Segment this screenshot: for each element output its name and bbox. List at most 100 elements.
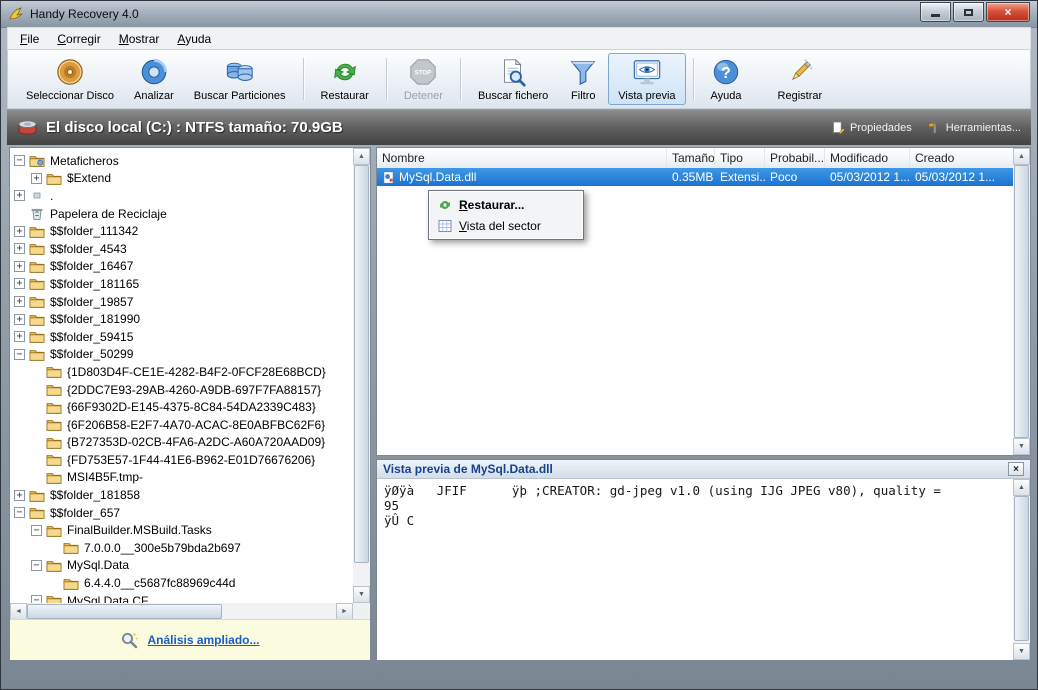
- expand-plus-icon[interactable]: +: [14, 331, 25, 343]
- context-menu-item-vista-del-sector[interactable]: Vista del sector: [431, 215, 581, 236]
- scroll-down-icon[interactable]: ▼: [1013, 643, 1030, 660]
- expand-plus-icon[interactable]: +: [31, 172, 42, 184]
- folder-icon: [29, 260, 45, 273]
- collapse-minus-icon[interactable]: −: [14, 155, 25, 167]
- maximize-button[interactable]: [953, 2, 984, 22]
- column-header-tipo[interactable]: Tipo: [715, 148, 765, 168]
- toolbar-button-label: Buscar Particiones: [193, 89, 286, 102]
- scroll-left-icon[interactable]: ◄: [10, 603, 27, 620]
- tree-item-finalbuilder-msbuild-tasks[interactable]: − FinalBuilder.MSBuild.Tasks: [10, 521, 353, 539]
- expand-plus-icon[interactable]: +: [14, 278, 25, 290]
- tree-item-1d803d4f-ce1e-4282-b4f2-0fcf28e68bcd[interactable]: {1D803D4F-CE1E-4282-B4F2-0FCF28E68BCD}: [10, 363, 353, 381]
- tree-item-b727353d-02cb-4fa6-a2dc-a60a720aad09[interactable]: {B727353D-02CB-4FA6-A2DC-A60A720AAD09}: [10, 434, 353, 452]
- tree-item-extend[interactable]: + $Extend: [10, 170, 353, 188]
- preview-text-line: 95: [384, 498, 400, 513]
- minimize-button[interactable]: [920, 2, 951, 22]
- scroll-up-icon[interactable]: ▲: [1013, 479, 1030, 496]
- collapse-minus-icon[interactable]: −: [31, 595, 42, 603]
- tree-item-6f206b58-e2f7-4a70-acac-8e0abfbc62f6[interactable]: {6F206B58-E2F7-4A70-ACAC-8E0ABFBC62F6}: [10, 416, 353, 434]
- tree-item-metaficheros[interactable]: − Metaficheros: [10, 152, 353, 170]
- disk-header: El disco local (C:) : NTFS tamaño: 70.9G…: [7, 109, 1031, 145]
- menu-ayuda[interactable]: Ayuda: [168, 29, 220, 49]
- file-list-vertical-scrollbar[interactable]: ▲ ▼: [1013, 148, 1030, 455]
- tree-item-label: MSI4B5F.tmp-: [67, 470, 144, 485]
- extended-analysis-link[interactable]: Análisis ampliado...: [147, 633, 259, 647]
- toolbar-button-analizar[interactable]: Analizar: [124, 53, 184, 105]
- close-button[interactable]: ×: [986, 2, 1030, 22]
- tree-item-7-0-0-0-300e5b79bda2b697[interactable]: 7.0.0.0__300e5b79bda2b697: [10, 539, 353, 557]
- column-header-probabil[interactable]: Probabil...: [765, 148, 825, 168]
- svg-text:STOP: STOP: [415, 69, 431, 76]
- tree-item-folder-657[interactable]: − $$folder_657: [10, 504, 353, 522]
- scroll-down-icon[interactable]: ▼: [353, 586, 370, 603]
- tree-horizontal-scrollbar[interactable]: ◄ ►: [10, 603, 353, 620]
- tree-item-folder-19857[interactable]: + $$folder_19857: [10, 293, 353, 311]
- close-icon: ×: [1013, 463, 1019, 475]
- menu-mostrar[interactable]: Mostrar: [110, 29, 169, 49]
- scroll-down-icon[interactable]: ▼: [1013, 438, 1030, 455]
- toolbar-button-registrar[interactable]: Registrar: [768, 53, 833, 105]
- tools-button[interactable]: Herramientas...: [928, 121, 1021, 134]
- tree-item-folder-4543[interactable]: + $$folder_4543: [10, 240, 353, 258]
- tree-item-item[interactable]: +.: [10, 187, 353, 205]
- tree-item-6-4-4-0-c5687fc88969c44d[interactable]: 6.4.4.0__c5687fc88969c44d: [10, 574, 353, 592]
- expand-plus-icon[interactable]: +: [14, 313, 25, 325]
- column-header-nombre[interactable]: Nombre: [377, 148, 667, 168]
- tree-item-folder-111342[interactable]: + $$folder_111342: [10, 222, 353, 240]
- toolbar-button-ayuda[interactable]: ? Ayuda: [701, 53, 752, 105]
- scroll-thumb[interactable]: [1014, 165, 1029, 438]
- scroll-right-icon[interactable]: ►: [336, 603, 353, 620]
- column-header-creado[interactable]: Creado: [910, 148, 1015, 168]
- toolbar-button-buscar-fichero[interactable]: Buscar fichero: [468, 53, 558, 105]
- tree-item-papelera-de-reciclaje[interactable]: Papelera de Reciclaje: [10, 205, 353, 223]
- collapse-minus-icon[interactable]: −: [14, 507, 25, 519]
- expand-plus-icon[interactable]: +: [14, 225, 25, 237]
- expand-plus-icon[interactable]: +: [14, 190, 25, 202]
- properties-icon: [832, 121, 845, 135]
- toolbar-button-buscar-particiones[interactable]: Buscar Particiones: [184, 53, 296, 105]
- tree-item-folder-50299[interactable]: − $$folder_50299: [10, 346, 353, 364]
- tree-item-folder-16467[interactable]: + $$folder_16467: [10, 258, 353, 276]
- toolbar-button-vista-previa[interactable]: Vista previa: [608, 53, 686, 105]
- tree-item-msi4b5f-tmp[interactable]: MSI4B5F.tmp-: [10, 469, 353, 487]
- toolbar-button-detener[interactable]: STOP Detener: [394, 53, 453, 105]
- expand-plus-icon[interactable]: +: [14, 489, 25, 501]
- tree-item-mysql-data-cf[interactable]: − MySql.Data.CF: [10, 592, 353, 603]
- context-menu-item-restaurar[interactable]: Restaurar...: [431, 194, 581, 215]
- toolbar-button-seleccionar-disco[interactable]: Seleccionar Disco: [16, 53, 124, 105]
- toolbar-button-restaurar[interactable]: Restaurar: [311, 53, 379, 105]
- file-row-mysql-data-dll[interactable]: MySql.Data.dll 0.35MB Extensi... Poco 05/03/…: [377, 168, 1013, 186]
- menu-corregir[interactable]: Corregir: [48, 29, 109, 49]
- collapse-minus-icon[interactable]: −: [14, 348, 25, 360]
- preview-vertical-scrollbar[interactable]: ▲ ▼: [1013, 479, 1030, 660]
- collapse-minus-icon[interactable]: −: [31, 524, 42, 536]
- tree-item-2ddc7e93-29ab-4260-a9db-697f7fa88157[interactable]: {2DDC7E93-29AB-4260-A9DB-697F7FA88157}: [10, 381, 353, 399]
- scroll-up-icon[interactable]: ▲: [1013, 148, 1030, 165]
- expand-plus-icon[interactable]: +: [14, 296, 25, 308]
- tree-item-folder-181990[interactable]: + $$folder_181990: [10, 310, 353, 328]
- scroll-thumb[interactable]: [1014, 496, 1029, 641]
- preview-close-button[interactable]: ×: [1008, 462, 1024, 476]
- tree-item-folder-181165[interactable]: + $$folder_181165: [10, 275, 353, 293]
- tree-item-fd753e57-1f44-41e6-b962-e01d76676206[interactable]: {FD753E57-1F44-41E6-B962-E01D76676206}: [10, 451, 353, 469]
- column-header-modificado[interactable]: Modificado: [825, 148, 910, 168]
- tree-item-folder-181858[interactable]: + $$folder_181858: [10, 486, 353, 504]
- column-header-tama-o[interactable]: Tamaño: [667, 148, 715, 168]
- title-bar[interactable]: Handy Recovery 4.0 ×: [1, 1, 1037, 28]
- expand-plus-icon[interactable]: +: [14, 243, 25, 255]
- scroll-thumb[interactable]: [27, 604, 222, 619]
- collapse-minus-icon[interactable]: −: [31, 559, 42, 571]
- folder-icon: [46, 453, 62, 467]
- tree-item-folder-59415[interactable]: + $$folder_59415: [10, 328, 353, 346]
- stop-icon: STOP: [408, 57, 438, 87]
- toolbar-button-filtro[interactable]: Filtro: [558, 53, 608, 105]
- tree-vertical-scrollbar[interactable]: ▲ ▼: [353, 148, 370, 603]
- properties-button[interactable]: Propiedades: [832, 121, 912, 135]
- tree-item-mysql-data[interactable]: − MySql.Data: [10, 557, 353, 575]
- scroll-thumb[interactable]: [354, 165, 369, 563]
- scroll-up-icon[interactable]: ▲: [353, 148, 370, 165]
- menu-file[interactable]: File: [11, 29, 48, 49]
- tree-item-66f9302d-e145-4375-8c84-54da2339c483[interactable]: {66F9302D-E145-4375-8C84-54DA2339C483}: [10, 398, 353, 416]
- expand-plus-icon[interactable]: +: [14, 260, 25, 272]
- tree-item-label: $$folder_111342: [50, 224, 139, 239]
